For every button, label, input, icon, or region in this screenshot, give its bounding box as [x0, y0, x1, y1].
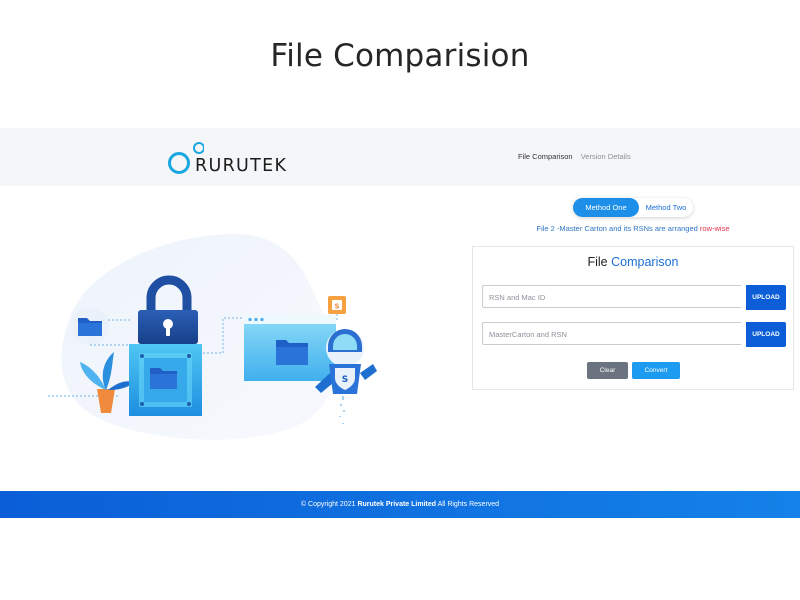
method-note-text: File 2 -Master Carton and its RSNs are a… [536, 224, 700, 233]
clear-button[interactable]: Clear [587, 362, 628, 379]
navbar [0, 128, 800, 186]
file-row-mastercarton: MasterCarton and RSN UPLOAD [482, 322, 786, 347]
hero-shield-letter: S [342, 375, 348, 385]
hero-illustration: S S [38, 228, 418, 448]
footer-suffix: All Rights Reserved [436, 501, 500, 508]
method-one-tab[interactable]: Method One [573, 198, 639, 217]
mastercarton-file-input[interactable]: MasterCarton and RSN [482, 322, 741, 345]
upload-mastercarton-button[interactable]: UPLOAD [746, 322, 786, 347]
method-two-tab[interactable]: Method Two [639, 198, 693, 217]
hero-badge-letter: S [334, 303, 339, 311]
upload-rsn-button[interactable]: UPLOAD [746, 285, 786, 310]
security-illustration-icon: S S [48, 233, 377, 440]
file-comparison-card: File Comparison RSN and Mac ID UPLOAD Ma… [472, 246, 794, 390]
card-title-highlight: Comparison [611, 255, 679, 269]
nav-item-file-comparison[interactable]: File Comparison [518, 152, 573, 161]
card-title: File Comparison [473, 255, 793, 269]
nav-links: File Comparison Version Details [518, 152, 637, 161]
method-note-highlight: row-wise [699, 224, 730, 233]
rsn-mac-file-input[interactable]: RSN and Mac ID [482, 285, 741, 308]
brand-name: RURUTEK [195, 156, 288, 176]
nav-item-version-details[interactable]: Version Details [581, 152, 631, 161]
file-row-rsn: RSN and Mac ID UPLOAD [482, 285, 786, 310]
method-toggle: Method One Method Two [573, 198, 693, 217]
footer-prefix: © Copyright 2021 [300, 501, 358, 508]
footer-copyright: © Copyright 2021 Rurutek Private Limited… [0, 491, 800, 518]
card-title-prefix: File [587, 255, 608, 269]
footer-company: Rurutek Private Limited [357, 501, 437, 508]
convert-button[interactable]: Convert [632, 362, 680, 379]
brand-logo[interactable]: RURUTEK [168, 137, 298, 177]
page-heading: File Comparision [270, 38, 530, 74]
footer: © Copyright 2021 Rurutek Private Limited… [0, 491, 800, 518]
